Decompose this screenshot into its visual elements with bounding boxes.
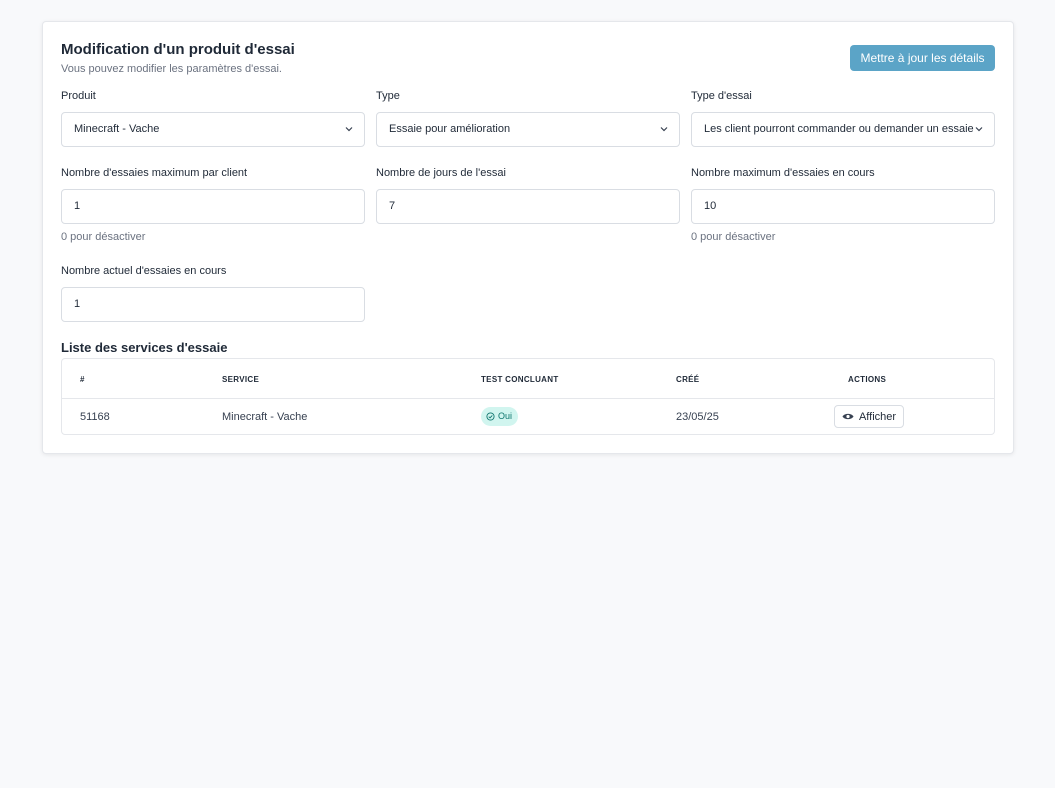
row-id: 51168 — [80, 411, 110, 423]
status-badge: Oui — [481, 407, 519, 426]
max-per-client-hint: 0 pour désactiver — [61, 231, 146, 243]
produit-select[interactable]: Minecraft - Vache — [61, 112, 365, 147]
produit-select-value: Minecraft - Vache — [74, 123, 160, 135]
status-badge-label: Oui — [498, 411, 513, 421]
type-select-value: Essaie pour amélioration — [389, 123, 511, 135]
chevron-down-icon — [660, 127, 668, 132]
produit-label: Produit — [61, 90, 96, 102]
days-label: Nombre de jours de l'essai — [376, 167, 506, 179]
type-essai-label: Type d'essai — [691, 90, 752, 102]
days-input[interactable]: 7 — [376, 189, 680, 224]
row-created: 23/05/25 — [676, 411, 719, 423]
column-header-conclusive: TEST CONCLUANT — [481, 375, 559, 384]
view-button[interactable]: Afficher — [834, 405, 904, 428]
chevron-down-icon — [345, 127, 353, 132]
type-label: Type — [376, 90, 400, 102]
max-active-hint: 0 pour désactiver — [691, 231, 776, 243]
view-button-label: Afficher — [858, 410, 897, 423]
max-per-client-input[interactable]: 1 — [61, 189, 365, 224]
eye-icon — [842, 413, 854, 420]
max-per-client-label: Nombre d'essaies maximum par client — [61, 167, 248, 179]
type-essai-select-value: Les client pourront commander ou demande… — [704, 123, 974, 135]
edit-trial-product-card: Modification d'un produit d'essai Vous p… — [42, 21, 1014, 454]
check-circle-icon — [486, 412, 495, 421]
column-header-actions: ACTIONS — [848, 375, 887, 384]
max-active-input[interactable]: 10 — [691, 189, 995, 224]
header-divider — [62, 398, 994, 399]
chevron-down-icon — [975, 127, 983, 132]
column-header-service: SERVICE — [222, 375, 260, 384]
row-service: Minecraft - Vache — [222, 411, 308, 423]
column-header-id: # — [80, 375, 85, 384]
services-table: # SERVICE TEST CONCLUANT CRÉÉ ACTIONS 51… — [61, 358, 995, 435]
current-active-input[interactable]: 1 — [61, 287, 365, 322]
type-select[interactable]: Essaie pour amélioration — [376, 112, 680, 147]
services-section-title: Liste des services d'essaie — [61, 340, 228, 355]
update-details-button[interactable]: Mettre à jour les détails — [850, 45, 995, 71]
column-header-created: CRÉÉ — [676, 375, 700, 384]
current-active-label: Nombre actuel d'essaies en cours — [61, 265, 227, 277]
page-subtitle: Vous pouvez modifier les paramètres d'es… — [61, 63, 282, 75]
max-active-label: Nombre maximum d'essaies en cours — [691, 167, 875, 179]
page-title: Modification d'un produit d'essai — [61, 41, 295, 58]
type-essai-select[interactable]: Les client pourront commander ou demande… — [691, 112, 995, 147]
